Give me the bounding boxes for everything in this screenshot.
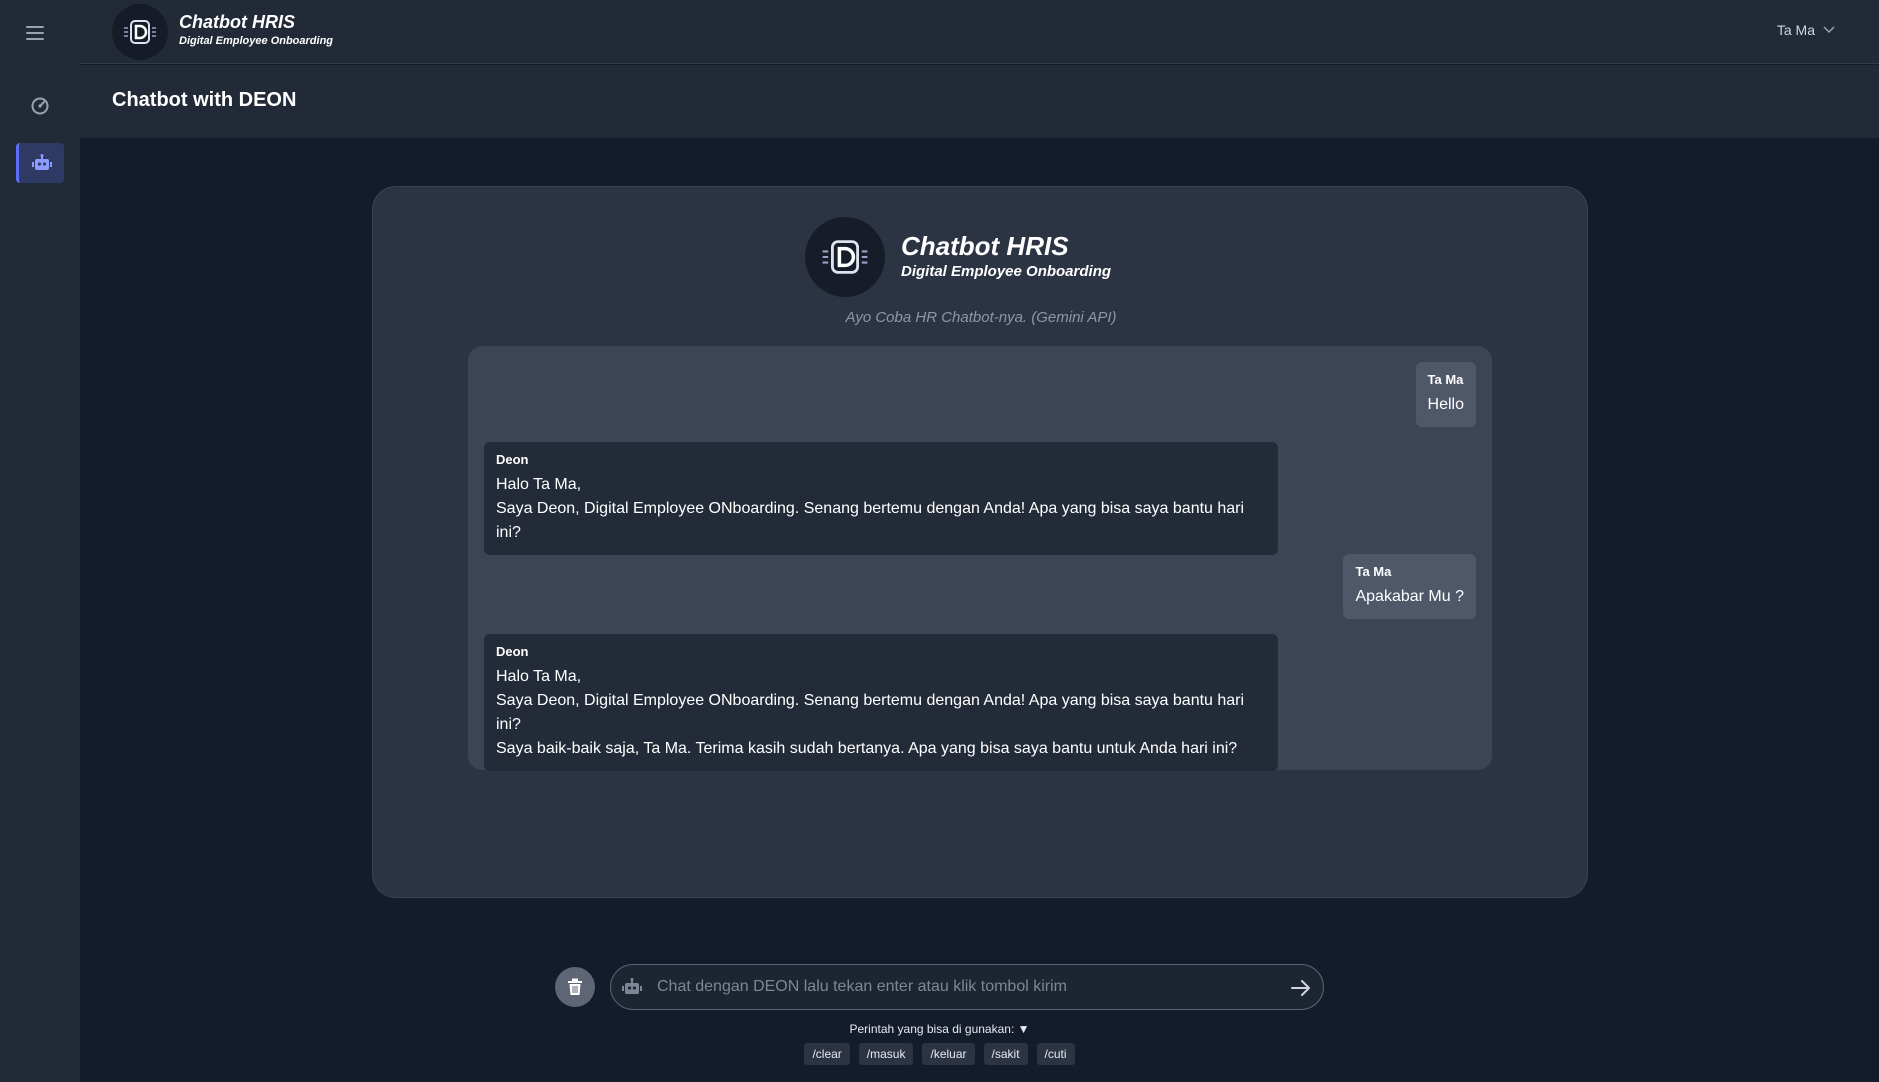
sidebar [0, 0, 80, 1082]
user-message: Ta Ma Hello [1415, 362, 1476, 427]
command-clear[interactable]: /clear [804, 1043, 850, 1065]
chat-history[interactable]: Ta Ma Hello Deon Halo Ta Ma, Saya Deon, … [468, 346, 1492, 771]
page-header: Chatbot with DEON [80, 65, 1879, 138]
message-text: Apakabar Mu ? [1355, 588, 1464, 605]
commands-toggle[interactable]: Perintah yang bisa di gunakan: ▼ [0, 1022, 1879, 1036]
message-sender: Deon [496, 452, 529, 467]
message-sender: Ta Ma [1427, 372, 1464, 387]
chevron-down-icon [1823, 26, 1835, 34]
command-sakit[interactable]: /sakit [983, 1043, 1028, 1065]
command-cuti[interactable]: /cuti [1036, 1043, 1075, 1065]
brand-logo[interactable] [112, 4, 168, 60]
user-menu[interactable]: Ta Ma [1777, 22, 1835, 38]
message-text: Hello [1427, 396, 1464, 413]
commands-list: /clear /masuk /keluar /sakit /cuti [0, 1043, 1879, 1065]
brand-subtitle: Digital Employee Onboarding [179, 35, 334, 47]
chatbot-card: Chatbot HRIS Digital Employee Onboarding… [372, 186, 1588, 898]
chatbot-subtitle: Digital Employee Onboarding [901, 263, 1112, 280]
trash-icon [568, 978, 582, 995]
page-title: Chatbot with DEON [112, 89, 297, 111]
chatbot-logo [805, 217, 885, 297]
logo-icon [822, 240, 868, 274]
command-masuk[interactable]: /masuk [858, 1043, 914, 1065]
user-message: Ta Ma Apakabar Mu ? [1343, 554, 1476, 619]
dashboard-icon [31, 97, 49, 115]
sidebar-item-dashboard[interactable] [16, 86, 64, 126]
message-text: Halo Ta Ma, Saya Deon, Digital Employee … [496, 668, 1245, 757]
chat-input[interactable] [657, 965, 1257, 1009]
bot-message: Deon Halo Ta Ma, Saya Deon, Digital Empl… [484, 634, 1278, 771]
chatbot-title: Chatbot HRIS [901, 231, 1069, 261]
logo-icon [124, 20, 156, 44]
hamburger-menu-icon[interactable] [24, 22, 48, 42]
command-keluar[interactable]: /keluar [922, 1043, 975, 1065]
topbar: Chatbot HRIS Digital Employee Onboarding… [80, 0, 1879, 64]
message-sender: Ta Ma [1355, 564, 1392, 579]
message-sender: Deon [496, 644, 529, 659]
bot-message: Deon Halo Ta Ma, Saya Deon, Digital Empl… [484, 442, 1278, 555]
message-text: Halo Ta Ma, Saya Deon, Digital Employee … [496, 476, 1245, 541]
user-name: Ta Ma [1776, 22, 1815, 38]
chatbot-note: Ayo Coba HR Chatbot-nya. (Gemini API) [845, 309, 1117, 326]
sidebar-item-chatbot[interactable] [16, 143, 64, 183]
brand-title: Chatbot HRIS [179, 12, 295, 32]
robot-icon [622, 978, 642, 994]
chat-input-wrapper [610, 964, 1324, 1010]
clear-chat-button[interactable] [555, 967, 595, 1007]
robot-icon [31, 154, 52, 170]
send-arrow-icon[interactable] [1289, 976, 1313, 1000]
